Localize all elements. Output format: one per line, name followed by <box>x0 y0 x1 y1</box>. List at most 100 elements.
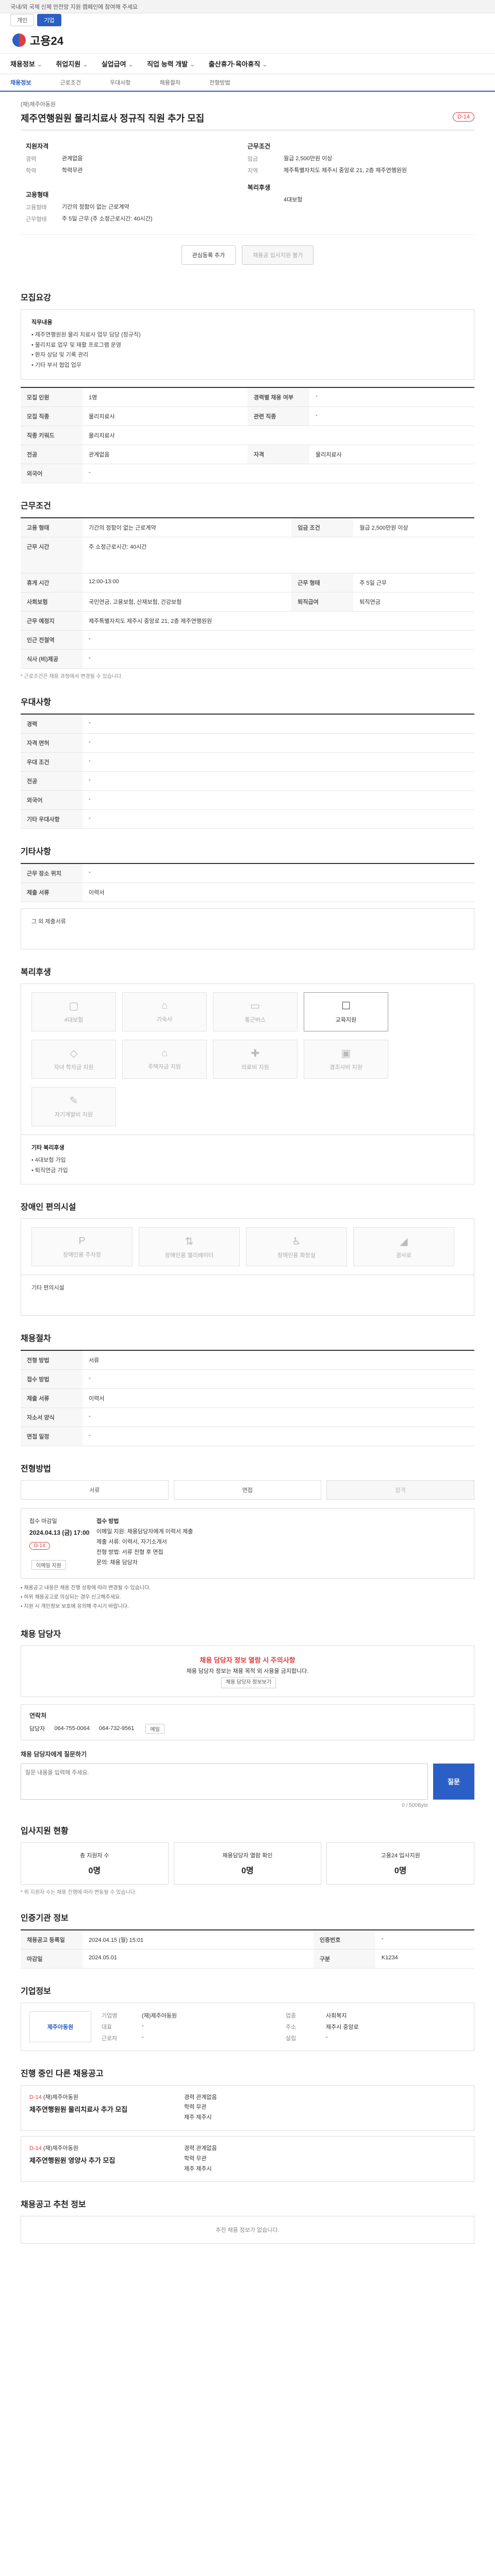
welfare-label: 4대보험 <box>64 1017 84 1024</box>
email-apply-button[interactable]: 이메일 지원 <box>31 1560 66 1570</box>
welfare-label: 통근버스 <box>244 1017 266 1024</box>
value: - <box>82 464 474 483</box>
mail-button[interactable]: 메일 <box>145 1723 164 1734</box>
apply-method-head: 접수 방법 <box>96 1518 119 1525</box>
disab-label: 경사로 <box>395 1252 412 1259</box>
qa-submit-button[interactable]: 질문 <box>433 1763 474 1800</box>
value: 물리치료사 <box>82 426 474 445</box>
label: 인근 전철역 <box>21 630 82 650</box>
nav-item[interactable]: 채용정보 <box>10 59 42 69</box>
job-link[interactable]: 제주연행원원 영양사 추가 모집 <box>29 2155 184 2165</box>
tab[interactable]: 우대사항 <box>110 78 130 87</box>
stat-label: 총 지원자 수 <box>79 1852 109 1859</box>
value: 이력서 <box>82 883 474 902</box>
value: 제주특별자치도 제주시 중앙로 21, 2층 제주연행원원 <box>284 167 407 174</box>
value: 물리치료사 <box>309 445 474 464</box>
detail-line: • 환자 상담 및 기록 관리 <box>31 352 89 359</box>
stat-card: 고용24 입사지원 0명 <box>326 1842 475 1885</box>
deadline-date: 2024.04.13 (금) 17:00 <box>29 1529 90 1537</box>
label: 관련 직종 <box>248 406 309 426</box>
steps: 서류 면접 합격 <box>21 1480 475 1500</box>
value: 주 5일 근무 (주 소정근로시간: 40시간) <box>62 215 153 222</box>
section-title: 근무조건 <box>21 501 51 511</box>
value: 주 소정근로시간: 40시간 <box>82 537 474 573</box>
value: - <box>82 790 474 810</box>
etc-box: 그 외 제출서류 <box>21 908 474 950</box>
value: 국민연금, 고용보험, 산재보험, 건강보험 <box>82 592 292 612</box>
pencil-icon: ✎ <box>69 1095 78 1107</box>
gift-icon: ▣ <box>341 1048 351 1060</box>
value: - <box>82 733 474 753</box>
job-title-block: (재)제주아동원 제주연행원원 물리치료사 정규직 직원 추가 모집 D-14 <box>21 92 474 130</box>
nav-item[interactable]: 직업 능력 개발 <box>147 59 195 69</box>
related-job[interactable]: D-14 (재)제주아동원 제주연행원원 물리치료사 추가 모집 경력 관계없음 학… <box>21 2084 474 2131</box>
step: 합격 <box>326 1480 475 1500</box>
notice-line: • 허위 채용공고로 의심되는 경우 신고해주세요. <box>21 1595 121 1601</box>
step: 면접 <box>173 1480 322 1500</box>
value: 1명 <box>82 387 248 407</box>
notice-line: • 지원 시 개인정보 보호에 유의해 주시기 바랍니다. <box>21 1604 129 1610</box>
switch-personal[interactable]: 개인 <box>10 14 35 26</box>
book-icon: ☐ <box>341 1001 351 1012</box>
apply-button[interactable]: 채용공 입사지원 불가 <box>242 245 314 265</box>
dday-badge: D-14 <box>29 1542 50 1550</box>
bookmark-button[interactable]: 관심등록 추가 <box>181 245 236 265</box>
company: (재)제주아동원 <box>43 2145 78 2151</box>
label: 기업명 <box>102 2012 118 2019</box>
logo[interactable]: 고용24 <box>12 32 63 48</box>
label: 고용 형태 <box>21 517 82 537</box>
bus-icon: ▭ <box>250 1001 260 1012</box>
apply-line: 이메일 지원: 채용담당자에게 이력서 제출 <box>96 1529 193 1535</box>
value: - <box>82 714 474 734</box>
nav-item[interactable]: 실업급여 <box>102 59 134 69</box>
label: 전공 <box>21 771 82 791</box>
label: 근무 장소 위치 <box>21 863 82 883</box>
cond: 학력 무관 <box>184 2155 207 2162</box>
disab-label: 장애인용 엘리베이터 <box>164 1252 214 1259</box>
etc-table: 근무 장소 위치 - 제출 서류 이력서 <box>21 862 474 902</box>
warn-text: 채용 담당자 정보는 채용 목적 외 사용을 금지합니다. <box>186 1668 309 1674</box>
contact-tel: 064-755-0064 <box>54 1725 90 1732</box>
tab[interactable]: 전형방법 <box>209 78 230 87</box>
welfare-item: ▢ 4대보험 <box>31 992 116 1031</box>
apply-line: 전형 방법: 서류 전형 후 면접 <box>96 1549 163 1555</box>
nav-item[interactable]: 취업지원 <box>56 59 88 69</box>
section-title: 채용절차 <box>21 1334 51 1344</box>
company-name: (재)제주아동원 <box>21 101 56 108</box>
value: - <box>375 1929 474 1950</box>
welfare-item: ⌂ 기숙사 <box>122 992 207 1031</box>
summary: 지원자격 경력 관계없음 학력 학력무관 고용형태 고용형태 기간의 정함이 없는 근… <box>21 130 474 235</box>
label: 접수 방법 <box>21 1369 82 1389</box>
welfare-item: ⌂ 주택자금 지원 <box>122 1039 207 1079</box>
detail-line: • 물리치료 업무 및 재활 프로그램 운영 <box>31 342 121 348</box>
contact-fax: 064-732-9561 <box>98 1725 135 1732</box>
label: 제출 서류 <box>21 1388 82 1409</box>
tab[interactable]: 채용절차 <box>159 78 180 87</box>
section-title: 진행 중인 다른 채용공고 <box>21 2069 104 2078</box>
stat-value: 0명 <box>241 1866 254 1875</box>
label: 사회보험 <box>21 592 82 612</box>
tab[interactable]: 채용정보 <box>10 78 31 87</box>
toilet-icon: ♿ <box>292 1235 301 1247</box>
related-job[interactable]: D-14 (재)제주아동원 제주연행원원 영양사 추가 모집 경력 관계없음 학력 … <box>21 2136 474 2182</box>
value: - <box>142 2033 144 2040</box>
label: 외국어 <box>21 790 82 810</box>
label: 주소 <box>286 2024 296 2030</box>
label: 퇴직급여 <box>291 592 354 612</box>
label: 지역 <box>248 167 258 174</box>
summary-head: 고용형태 <box>26 191 49 198</box>
switch-corp[interactable]: 기업 <box>37 14 61 26</box>
tab[interactable]: 근로조건 <box>60 78 80 87</box>
step: 서류 <box>21 1480 169 1500</box>
label: 모집 직종 <box>21 406 82 426</box>
disab-item: ⇅ 장애인용 엘리베이터 <box>139 1227 240 1267</box>
dday: D-14 <box>29 2145 42 2151</box>
job-link[interactable]: 제주연행원원 물리치료사 추가 모집 <box>29 2104 184 2114</box>
view-contact-button[interactable]: 채용 담당자 정보보기 <box>221 1676 276 1688</box>
value: 기간의 정함이 없는 근로계약 <box>62 204 129 210</box>
label: 자소서 양식 <box>21 1408 82 1428</box>
pref-table: 경력 - 자격 면허 - 우대 조건 - 전공 - 외국어 - 기타 우대사항 - <box>21 713 474 829</box>
welfare-box: 기타 복리후생 • 4대보험 가입 • 퇴직연금 가입 <box>21 1134 474 1185</box>
nav-item[interactable]: 출산휴가·육아휴직 <box>209 59 268 69</box>
qa-input[interactable] <box>21 1763 428 1800</box>
